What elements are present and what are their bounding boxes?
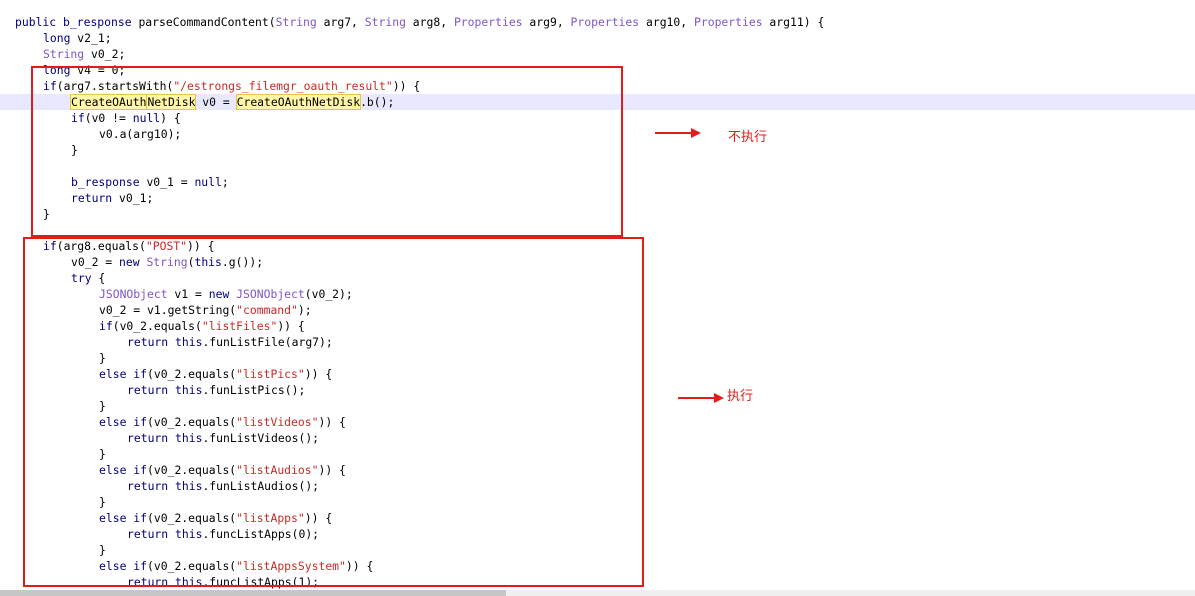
code-token: Properties bbox=[453, 15, 523, 29]
code-token: b_response bbox=[63, 15, 139, 29]
code-token: parseCommandContent( bbox=[138, 15, 276, 29]
not-executed-box bbox=[31, 66, 623, 237]
executed-box bbox=[23, 237, 644, 587]
code-line: public b_response parseCommandContent(St… bbox=[0, 14, 1195, 30]
code-token: long bbox=[43, 31, 78, 45]
code-token: arg10, bbox=[639, 15, 694, 29]
not-executed-arrow-icon bbox=[655, 128, 701, 138]
code-token: arg8, bbox=[405, 15, 454, 29]
not-executed-label: 不执行 bbox=[728, 130, 768, 145]
code-token: v2_1; bbox=[77, 31, 112, 45]
horizontal-scrollbar[interactable] bbox=[0, 590, 1195, 596]
executed-label: 执行 bbox=[727, 389, 754, 404]
executed-arrow-icon bbox=[678, 393, 724, 403]
code-token: String bbox=[43, 47, 85, 61]
code-token: arg7, bbox=[316, 15, 365, 29]
code-line: String v0_2; bbox=[0, 46, 1195, 62]
code-token: arg11) { bbox=[762, 15, 825, 29]
code-token: String bbox=[364, 15, 406, 29]
scrollbar-thumb[interactable] bbox=[0, 590, 506, 596]
code-token: Properties bbox=[694, 15, 763, 29]
code-token: v0_2; bbox=[84, 47, 126, 61]
code-line: long v2_1; bbox=[0, 30, 1195, 46]
code-token: public bbox=[15, 15, 64, 29]
code-token: Properties bbox=[570, 15, 640, 29]
code-token: arg9, bbox=[522, 15, 571, 29]
code-token: String bbox=[275, 15, 317, 29]
